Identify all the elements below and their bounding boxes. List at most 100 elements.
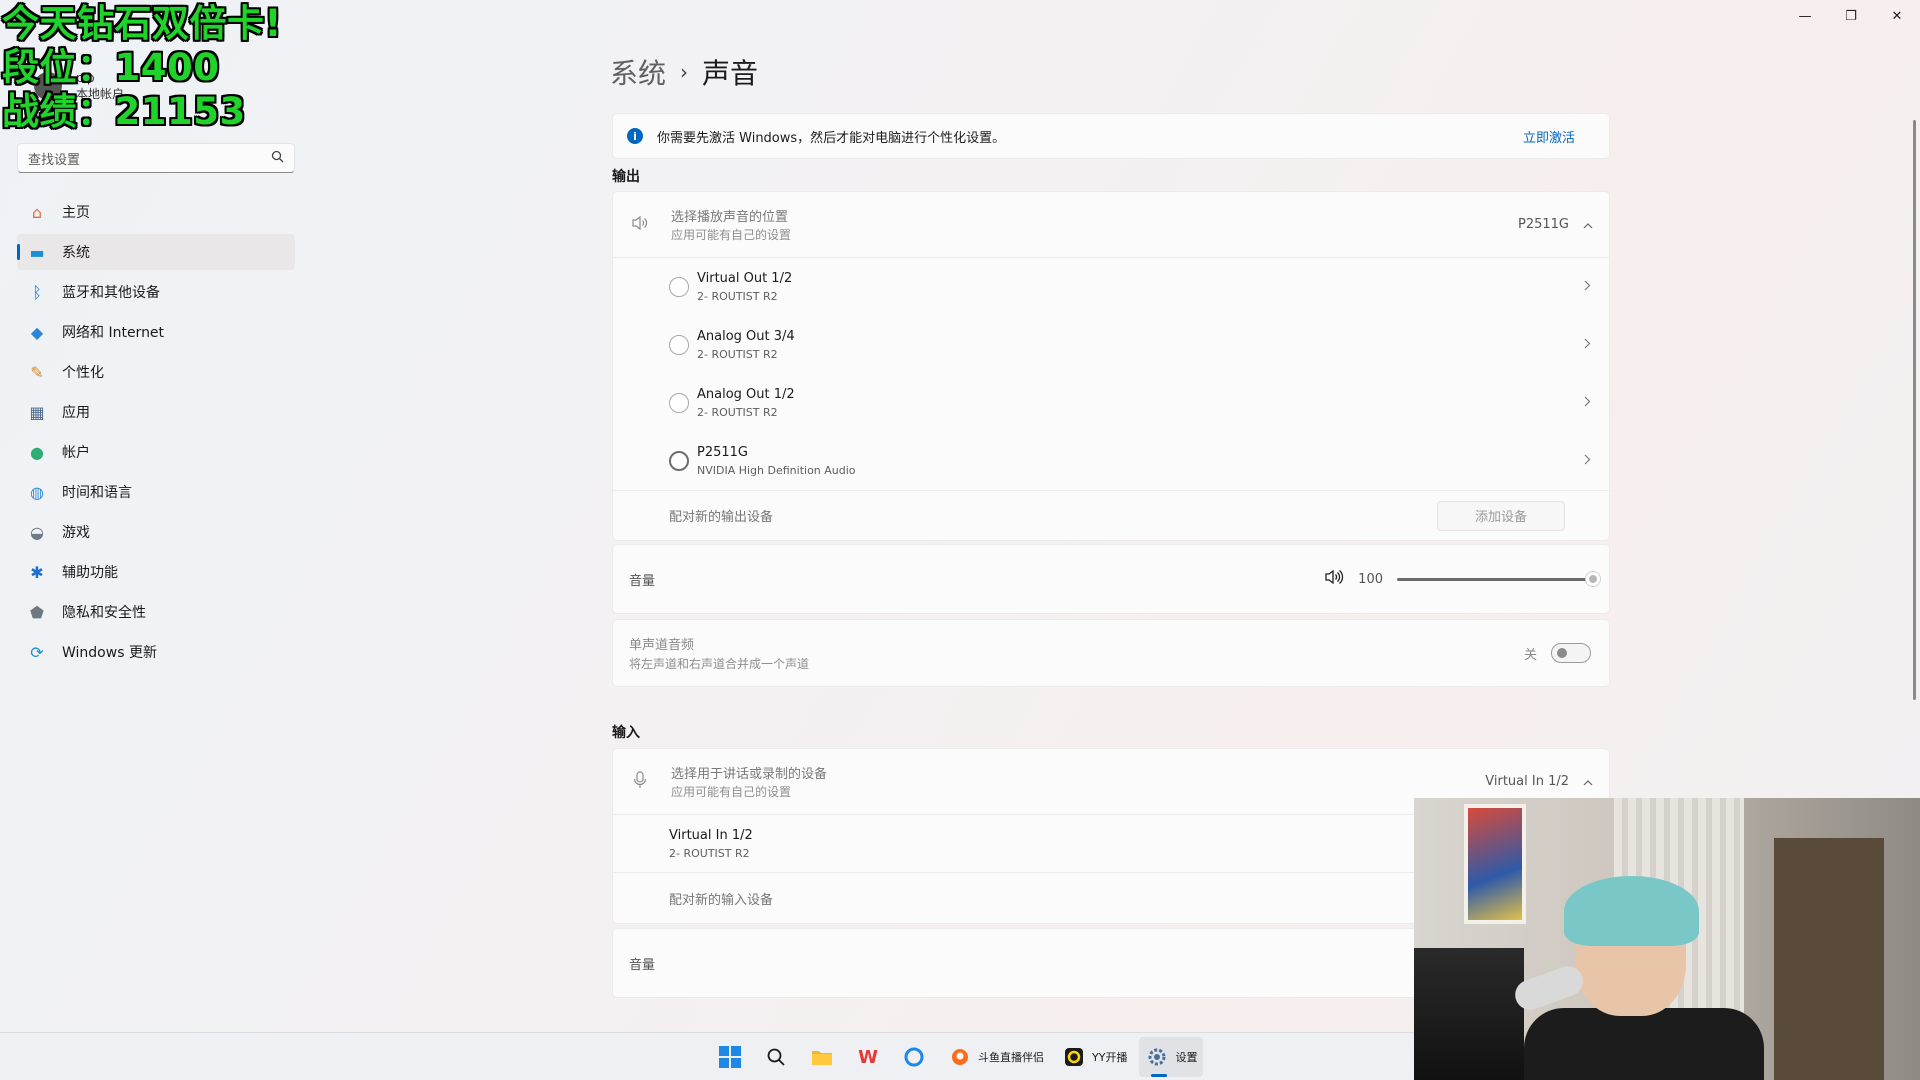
breadcrumb-parent[interactable]: 系统 xyxy=(610,52,666,92)
gear-icon xyxy=(1145,1045,1169,1069)
activate-now-link[interactable]: 立即激活 xyxy=(1523,127,1595,146)
sidebar-item-label: 辅助功能 xyxy=(62,565,118,581)
output-header-subtitle: 应用可能有自己的设置 xyxy=(671,228,792,242)
output-volume-slider[interactable] xyxy=(1397,570,1601,588)
taskbar-edge-button[interactable] xyxy=(896,1037,936,1077)
sidebar-item-shield[interactable]: ⬟ 隐私和安全性 xyxy=(17,594,295,630)
mono-audio-subtitle: 将左声道和右声道合并成一个声道 xyxy=(629,657,810,671)
wall-poster xyxy=(1464,804,1526,924)
sidebar-item-label: 蓝牙和其他设备 xyxy=(62,285,160,301)
sidebar-item-wifi[interactable]: ◆ 网络和 Internet xyxy=(17,314,295,350)
sidebar-item-label: 游戏 xyxy=(62,525,90,541)
output-device-item[interactable]: Analog Out 3/4 2- ROUTIST R2 xyxy=(613,316,1609,374)
sidebar-item-account[interactable]: ● 帐户 xyxy=(17,434,295,470)
sidebar-item-update[interactable]: ⟳ Windows 更新 xyxy=(17,634,295,670)
slider-track xyxy=(1397,578,1593,581)
gamepad-icon: ◒ xyxy=(30,522,44,542)
sidebar-item-label: 主页 xyxy=(62,205,90,221)
device-radio[interactable] xyxy=(669,335,689,355)
chevron-right-icon[interactable] xyxy=(1584,395,1591,411)
taskbar-start-button[interactable] xyxy=(712,1037,752,1077)
chevron-right-icon[interactable] xyxy=(1584,279,1591,295)
apps-icon: ▦ xyxy=(29,402,45,422)
input-section-title: 输入 xyxy=(612,725,640,741)
taskbar-explorer-button[interactable] xyxy=(804,1037,844,1077)
taskbar-search-button[interactable] xyxy=(758,1037,798,1077)
sidebar-item-apps[interactable]: ▦ 应用 xyxy=(17,394,295,430)
taskbar-wps-button[interactable]: W xyxy=(850,1037,890,1077)
wps-icon: W xyxy=(858,1046,878,1068)
device-name: P2511G xyxy=(697,445,748,460)
add-device-button[interactable]: 添加设备 xyxy=(1437,500,1565,531)
activation-message: 你需要先激活 Windows，然后才能对电脑进行个性化设置。 xyxy=(657,130,1006,146)
mono-audio-toggle[interactable] xyxy=(1551,643,1591,663)
bluetooth-icon: ᛒ xyxy=(32,282,42,302)
device-name: Analog Out 3/4 xyxy=(697,329,795,344)
sidebar-item-label: 系统 xyxy=(62,245,90,261)
device-radio[interactable] xyxy=(669,277,689,297)
output-device-item[interactable]: Virtual Out 1/2 2- ROUTIST R2 xyxy=(613,258,1609,316)
account-icon: ● xyxy=(30,442,44,462)
output-device-header[interactable]: 选择播放声音的位置 应用可能有自己的设置 P2511G xyxy=(613,192,1609,258)
taskbar-settings-button[interactable]: 设置 xyxy=(1139,1037,1204,1077)
slider-thumb[interactable] xyxy=(1585,571,1601,587)
vertical-scrollbar[interactable] xyxy=(1913,120,1916,700)
sidebar-item-label: 网络和 Internet xyxy=(62,325,165,341)
mono-audio-state: 关 xyxy=(1523,647,1537,663)
chevron-up-icon[interactable] xyxy=(1583,775,1593,789)
input-header-title: 选择用于讲话或录制的设备 xyxy=(671,767,828,782)
system-icon: ▬ xyxy=(29,242,45,262)
output-section-title: 输出 xyxy=(612,169,640,185)
sidebar-item-brush[interactable]: ✎ 个性化 xyxy=(17,354,295,390)
webcam-feed xyxy=(1414,798,1920,1080)
activation-banner: i 你需要先激活 Windows，然后才能对电脑进行个性化设置。 立即激活 xyxy=(612,113,1610,159)
breadcrumb: 系统 › 声音 xyxy=(610,52,758,92)
output-device-item[interactable]: Analog Out 1/2 2- ROUTIST R2 xyxy=(613,374,1609,432)
sidebar-item-label: 隐私和安全性 xyxy=(62,605,146,621)
shield-icon: ⬟ xyxy=(30,602,44,622)
close-button[interactable]: ✕ xyxy=(1874,0,1920,32)
input-device-sub: 2- ROUTIST R2 xyxy=(669,846,750,860)
chevron-right-icon[interactable] xyxy=(1584,453,1591,469)
device-radio[interactable] xyxy=(669,451,689,471)
output-device-item[interactable]: P2511G NVIDIA High Definition Audio xyxy=(613,432,1609,490)
windows-logo-icon xyxy=(718,1045,742,1069)
maximize-button[interactable]: ❐ xyxy=(1828,0,1874,32)
brush-icon: ✎ xyxy=(30,362,44,382)
device-subtitle: 2- ROUTIST R2 xyxy=(697,406,778,419)
sidebar-item-gamepad[interactable]: ◒ 游戏 xyxy=(17,514,295,550)
yy-icon xyxy=(1062,1045,1086,1069)
sidebar-item-globe[interactable]: ◍ 时间和语言 xyxy=(17,474,295,510)
pair-input-label: 配对新的输入设备 xyxy=(669,892,774,908)
output-volume-card: 音量 100 xyxy=(612,544,1610,614)
folder-icon xyxy=(810,1045,834,1069)
breadcrumb-separator: › xyxy=(680,60,689,84)
taskbar-yy-button[interactable]: YY开播 xyxy=(1056,1037,1133,1077)
chevron-up-icon[interactable] xyxy=(1583,218,1593,232)
taskbar-douyu-button[interactable]: 斗鱼直播伴侣 xyxy=(942,1037,1050,1077)
minimize-button[interactable]: — xyxy=(1782,0,1828,32)
output-volume-label: 音量 xyxy=(629,573,656,589)
search-input[interactable]: 查找设置 xyxy=(17,143,295,173)
gaming-chair xyxy=(1414,948,1524,1080)
taskbar-items: W 斗鱼直播伴侣 YY开播 设置 xyxy=(712,1033,1204,1080)
device-name: Analog Out 1/2 xyxy=(697,387,795,402)
output-volume-value: 100 xyxy=(1358,571,1383,587)
globe-icon: ◍ xyxy=(30,482,44,502)
chevron-right-icon[interactable] xyxy=(1584,337,1591,353)
page-title: 声音 xyxy=(702,57,759,90)
taskbar-label: YY开播 xyxy=(1092,1051,1128,1064)
search-placeholder: 查找设置 xyxy=(28,152,81,168)
pair-output-label: 配对新的输出设备 xyxy=(669,510,774,525)
sidebar-item-accessibility[interactable]: ✱ 辅助功能 xyxy=(17,554,295,590)
accessibility-icon: ✱ xyxy=(30,562,44,582)
speaker-icon[interactable] xyxy=(1324,569,1344,589)
device-radio[interactable] xyxy=(669,393,689,413)
sidebar-item-bluetooth[interactable]: ᛒ 蓝牙和其他设备 xyxy=(17,274,295,310)
sidebar-item-label: 个性化 xyxy=(62,365,104,381)
sidebar-item-home[interactable]: ⌂ 主页 xyxy=(17,194,295,230)
browser-icon xyxy=(902,1045,926,1069)
sidebar-item-system[interactable]: ▬ 系统 xyxy=(17,234,295,270)
device-subtitle: 2- ROUTIST R2 xyxy=(697,290,778,303)
speaker-icon xyxy=(629,215,651,235)
